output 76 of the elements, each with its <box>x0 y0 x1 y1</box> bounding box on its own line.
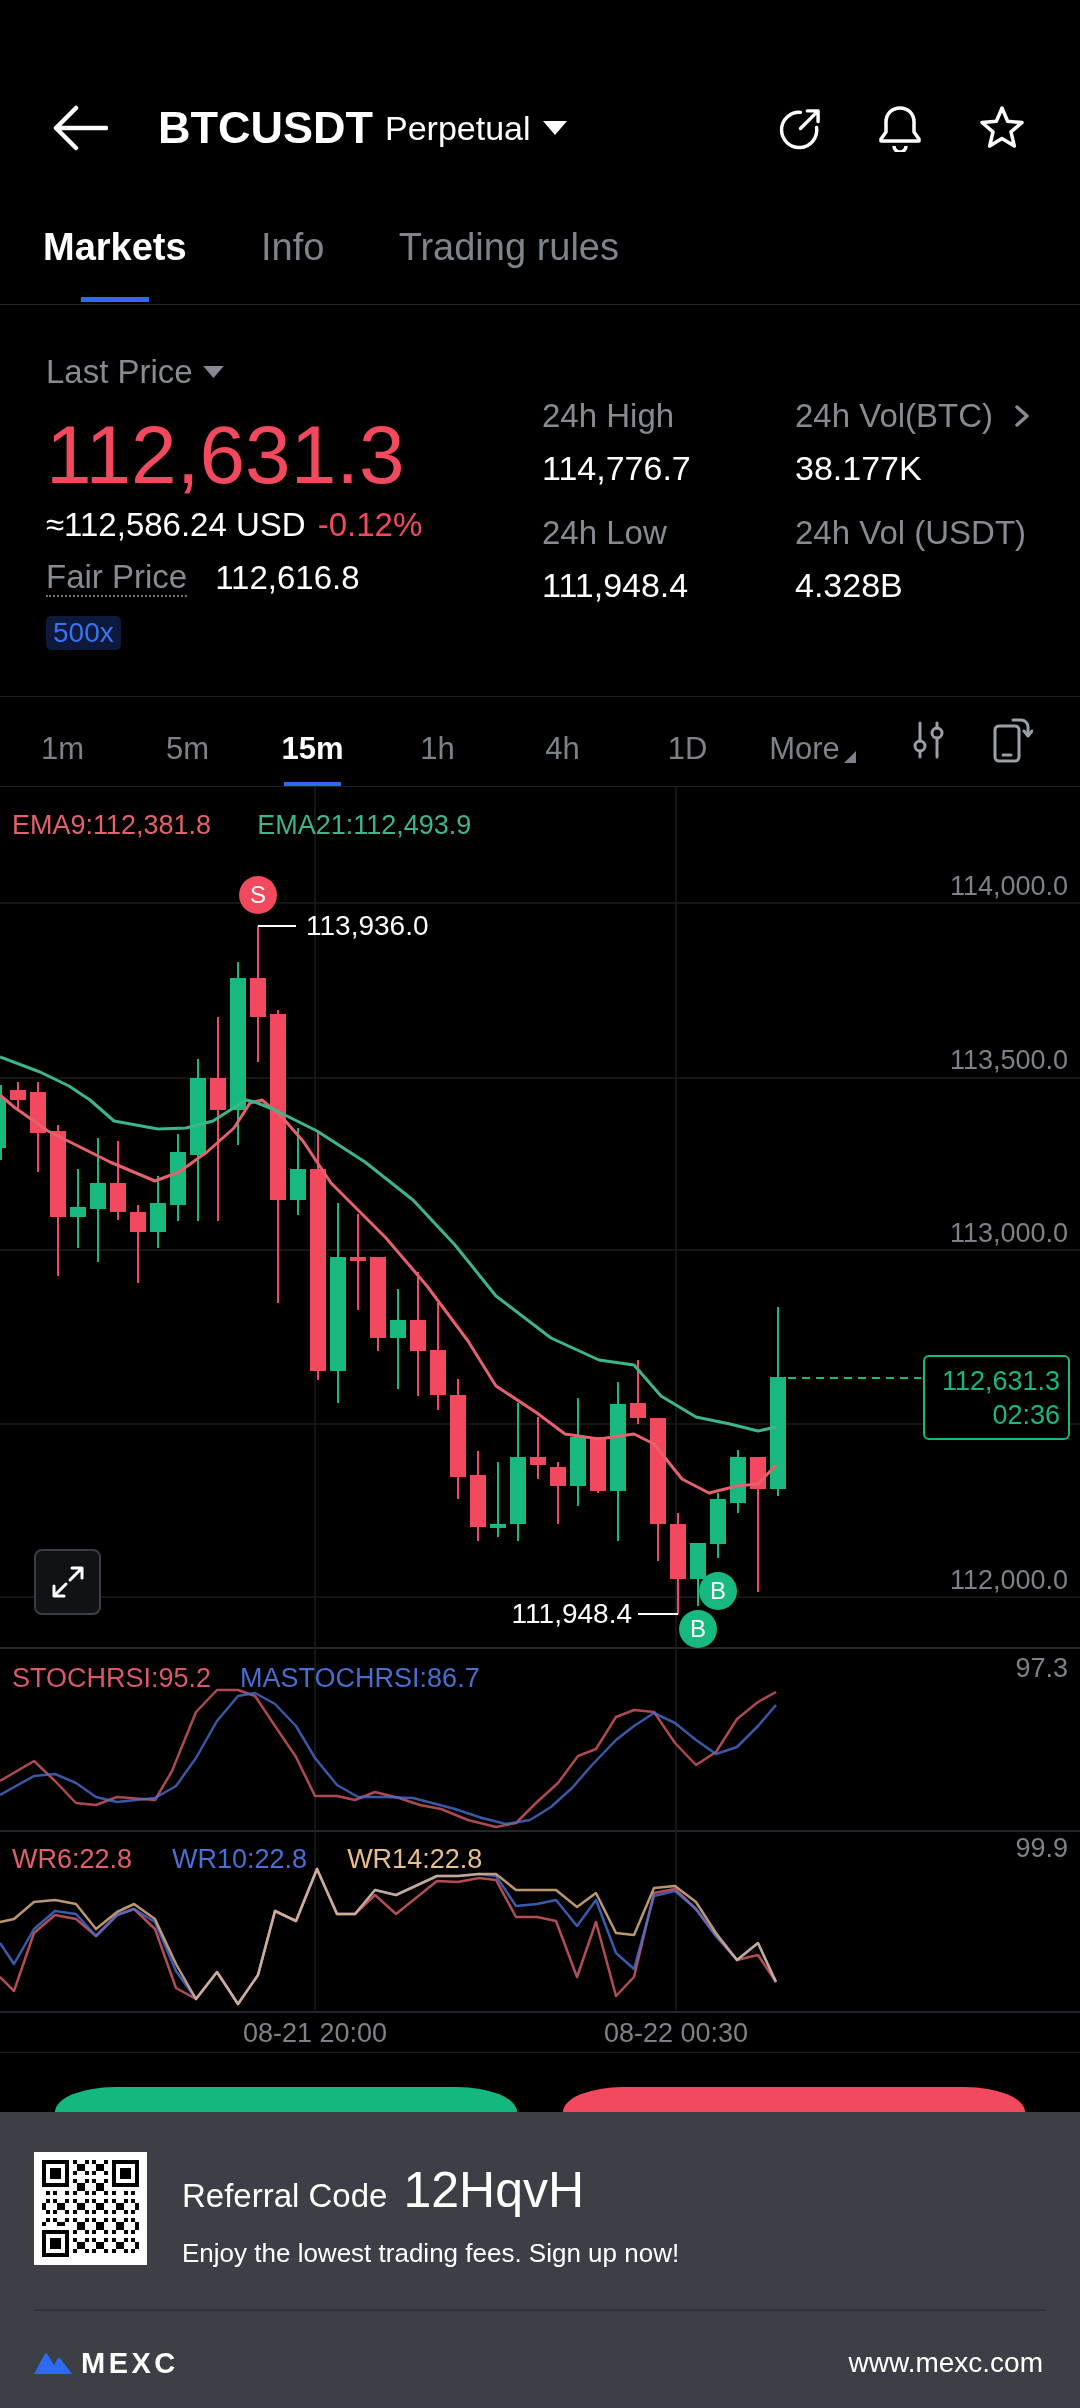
usd-value: ≈112,586.24 USD <box>46 505 306 545</box>
interval-tab[interactable]: 1D <box>659 729 716 786</box>
sell-marker: S <box>239 876 277 914</box>
price-change: -0.12% <box>317 505 423 545</box>
referral-tagline: Enjoy the lowest trading fees. Sign up now! <box>182 2237 680 2270</box>
interval-tab[interactable]: 15m <box>281 729 344 786</box>
stat-label: 24h Vol (USDT) <box>795 513 1027 553</box>
price-axis-label: 113,000.0 <box>949 1217 1068 1250</box>
countdown-timer: 02:36 <box>992 1398 1060 1432</box>
tab[interactable]: Info <box>258 224 327 302</box>
caret-down-icon <box>202 366 224 378</box>
indicator-legend: WR14:22.8 <box>347 1842 483 1876</box>
back-icon[interactable] <box>52 105 108 151</box>
indicator-legend: WR6:22.8 <box>12 1842 133 1876</box>
candlestick <box>530 1417 546 1479</box>
tab[interactable]: Markets <box>43 224 187 302</box>
interval-tab[interactable]: 5m <box>159 729 216 786</box>
indicator-legend: MASTOCHRSI:86.7 <box>240 1661 480 1695</box>
candlestick <box>710 1493 726 1558</box>
leverage-badge: 500x <box>46 616 121 650</box>
referral-label: Referral Code <box>182 2176 388 2216</box>
contract-type-dropdown[interactable]: Perpetual <box>385 106 567 150</box>
candlestick <box>10 1082 26 1110</box>
candlestick <box>150 1176 166 1248</box>
fullscreen-button[interactable] <box>34 1549 101 1615</box>
indicator-axis-label: 99.9 <box>1015 1832 1068 1865</box>
candlestick <box>630 1360 646 1424</box>
leader-line <box>257 925 297 927</box>
stat-value: 38.177K <box>795 448 922 488</box>
stat-label: 24h Vol(BTC) <box>795 396 994 436</box>
price-axis-label: 113,500.0 <box>949 1044 1068 1077</box>
expand-icon <box>50 1565 85 1599</box>
caret-icon <box>843 751 856 763</box>
candlestick <box>590 1437 606 1493</box>
indicator-axis-label: 97.3 <box>1015 1652 1068 1685</box>
buy-marker: B <box>699 1572 737 1610</box>
fair-price-value: 112,616.8 <box>215 560 360 596</box>
star-icon[interactable] <box>978 105 1026 151</box>
interval-tab[interactable]: 1h <box>409 729 466 786</box>
time-axis-label: 08-21 20:00 <box>242 2017 388 2050</box>
time-axis-label: 08-22 00:30 <box>603 2017 749 2050</box>
bell-icon[interactable] <box>877 104 923 152</box>
symbol-title: BTCUSDT <box>158 101 373 155</box>
brand-name: MEXC <box>81 2346 179 2381</box>
logo-icon <box>34 2351 72 2375</box>
tab[interactable]: Trading rules <box>398 224 619 302</box>
stat-label: 24h Low <box>542 513 667 553</box>
candlestick <box>550 1462 566 1524</box>
low-price-label: 111,948.4 <box>511 1597 632 1631</box>
more-menu-button[interactable]: More <box>769 729 856 786</box>
indicator-legend: WR10:22.8 <box>172 1842 308 1876</box>
chevron-right-icon[interactable] <box>1014 404 1031 428</box>
indicator-legend: EMA21:112,493.9 <box>257 808 472 842</box>
buy-marker: B <box>679 1610 717 1648</box>
referral-code: 12HqvH <box>403 2162 585 2218</box>
qr-code-icon <box>34 2152 147 2265</box>
stat-value: 111,948.4 <box>542 565 689 605</box>
price-axis-label: 112,000.0 <box>949 1564 1068 1597</box>
current-price: 112,631.3 <box>941 1364 1060 1398</box>
last-price: 112,631.3 <box>46 409 405 501</box>
interval-tab[interactable]: 1m <box>34 729 91 786</box>
fair-price-label[interactable]: Fair Price <box>46 559 188 597</box>
phone-icon[interactable] <box>993 716 1033 763</box>
indicator-legend: STOCHRSI:95.2 <box>12 1661 212 1695</box>
interval-tab[interactable]: 4h <box>534 729 591 786</box>
high-price-label: 113,936.0 <box>306 909 429 943</box>
price-type-dropdown[interactable]: Last Price <box>46 352 224 392</box>
indicator-legend: EMA9:112,381.8 <box>12 808 212 842</box>
stat-value: 114,776.7 <box>542 448 691 488</box>
stat-value: 4.328B <box>795 565 903 605</box>
caret-down-icon <box>542 121 567 135</box>
website-link[interactable]: www.mexc.com <box>848 2343 1043 2383</box>
leader-line <box>637 1613 679 1615</box>
candlestick <box>730 1450 746 1513</box>
stat-label: 24h High <box>542 396 675 436</box>
price-axis-label: 114,000.0 <box>949 870 1068 903</box>
